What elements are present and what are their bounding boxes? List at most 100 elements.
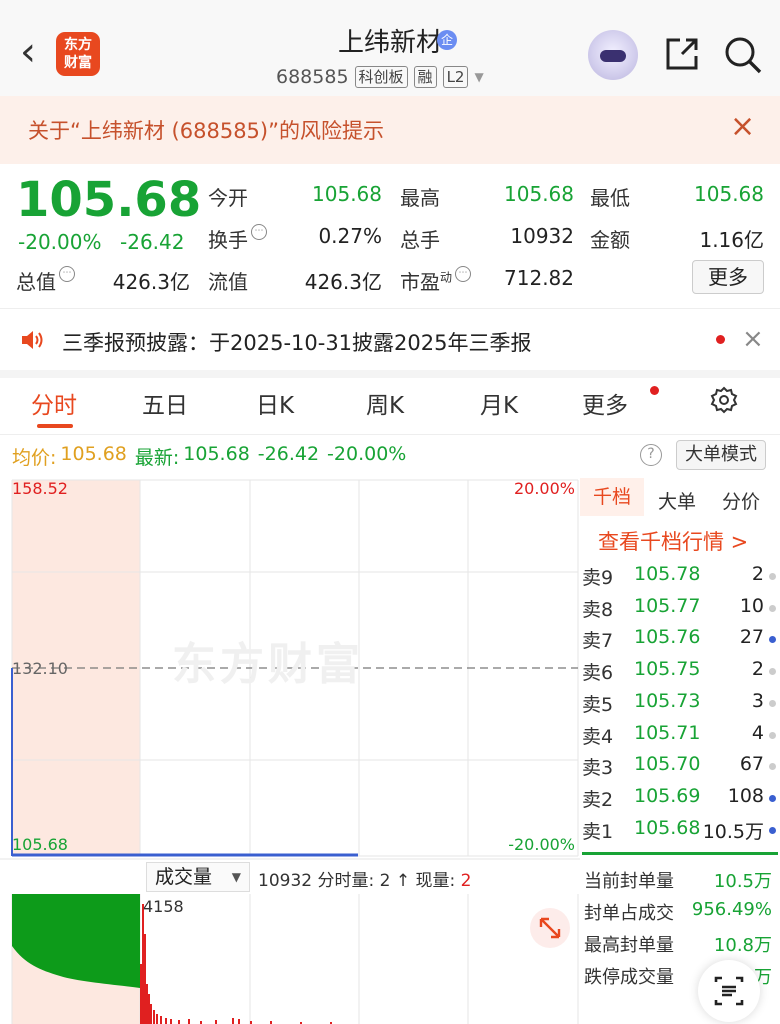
stat-label: 最高封单量 xyxy=(584,935,674,956)
order-dot-icon xyxy=(769,731,776,739)
turnover-label[interactable]: 换手 ⋯ xyxy=(208,224,267,253)
ask-price: 105.68 xyxy=(634,816,701,839)
stat-value: 10.5万 xyxy=(713,871,772,892)
back-chevron-left-icon[interactable]: ‹ xyxy=(20,32,50,74)
more-button[interactable]: 更多 xyxy=(692,260,764,294)
y-label-mid: 132.10 xyxy=(12,659,68,678)
current-volume-label: 现量: xyxy=(415,871,456,891)
ask-quantity: 67 xyxy=(739,753,764,776)
change-amount: -26.42 xyxy=(120,230,185,254)
pe-label[interactable]: 市盈动 ⋯ xyxy=(400,266,472,295)
new-dot xyxy=(650,386,659,395)
low-label: 最低 xyxy=(590,186,630,210)
logo-line-2: 财富 xyxy=(64,55,92,71)
volume-bar xyxy=(148,994,150,1024)
ask-price: 105.69 xyxy=(634,784,701,807)
tab-five-day[interactable]: 五日 xyxy=(142,386,188,420)
volume-bar xyxy=(142,904,144,1024)
indicator-selector[interactable]: 成交量 ▼ xyxy=(146,862,250,892)
notice-text[interactable]: 三季报预披露：于2025-10-31披露2025年三季报 xyxy=(62,327,531,357)
tab-more[interactable]: 更多 xyxy=(582,386,628,420)
dropdown-caret-icon[interactable]: ▼ xyxy=(474,70,483,84)
risk-banner-text[interactable]: 关于“上纬新材 (688585)”的风险提示 xyxy=(28,115,384,145)
current-volume-value: 2 xyxy=(460,871,472,891)
help-icon[interactable]: ? xyxy=(640,444,662,466)
stat-label: 跌停成交量 xyxy=(584,967,674,988)
stat-value: 10.8万 xyxy=(713,935,772,956)
high-value: 105.68 xyxy=(504,182,574,206)
avg-price-label: 均价: xyxy=(12,447,57,469)
volume-bar xyxy=(153,1010,155,1024)
change-percent: -20.00% xyxy=(18,230,102,254)
big-order-mode-button[interactable]: 大单模式 xyxy=(676,440,766,470)
ask-row[interactable]: 卖3 105.70 67 xyxy=(582,753,778,783)
unread-dot xyxy=(716,335,725,344)
volume-info: 10932 分时量: 2 ↑ 现量: 2 xyxy=(258,866,472,891)
search-icon[interactable] xyxy=(724,36,762,74)
tag-level2: L2 xyxy=(442,66,469,88)
up-arrow-icon: ↑ xyxy=(395,871,411,891)
ask-row[interactable]: 卖1 105.68 10.5万 xyxy=(582,817,778,847)
floating-menu-button[interactable] xyxy=(698,960,760,1022)
active-tab-indicator xyxy=(37,424,73,428)
ask-quantity: 108 xyxy=(727,784,764,807)
info-icon[interactable]: ⋯ xyxy=(59,266,75,282)
stat-value: 956.49% xyxy=(691,899,772,920)
volume-total: 10932 xyxy=(258,871,313,891)
info-icon[interactable]: ⋯ xyxy=(455,266,472,282)
notice-close-icon[interactable]: × xyxy=(742,324,764,354)
gear-icon[interactable] xyxy=(708,385,740,417)
tab-big-orders[interactable]: 大单 xyxy=(658,487,696,514)
ask-row[interactable]: 卖7 105.76 27 xyxy=(582,626,778,656)
ask-price: 105.76 xyxy=(634,626,701,649)
volume-bar xyxy=(178,1020,180,1024)
volume-bar xyxy=(170,1019,172,1024)
market-cap-label[interactable]: 总值 ⋯ xyxy=(16,266,75,295)
ask-row[interactable]: 卖9 105.78 2 xyxy=(582,563,778,593)
turnover-value: 0.27% xyxy=(318,224,382,248)
turnover-label-text: 换手 xyxy=(208,228,248,252)
tab-monthly-k[interactable]: 月K xyxy=(480,386,518,420)
risk-close-icon[interactable]: × xyxy=(730,112,755,142)
ask-row[interactable]: 卖2 105.69 108 xyxy=(582,785,778,815)
ask-row[interactable]: 卖6 105.75 2 xyxy=(582,658,778,688)
ai-assistant-icon[interactable] xyxy=(588,30,638,80)
ask-quantity: 2 xyxy=(751,563,764,585)
tab-intraday[interactable]: 分时 xyxy=(31,386,77,420)
ask-level-label: 卖8 xyxy=(582,598,614,621)
order-dot-icon xyxy=(769,636,776,644)
order-dot-icon xyxy=(769,826,776,834)
enterprise-badge-icon: 企 xyxy=(437,30,457,50)
ask-price: 105.78 xyxy=(634,563,701,585)
avg-price-value: 105.68 xyxy=(60,443,127,465)
intraday-chart[interactable]: 158.52 132.10 105.68 20.00% -20.00% xyxy=(0,476,580,1024)
float-cap-label: 流值 xyxy=(208,270,248,294)
tab-weekly-k[interactable]: 周K xyxy=(366,386,404,420)
ask-level-label: 卖4 xyxy=(582,725,614,748)
scan-text-icon xyxy=(714,976,744,1006)
latest-label: 最新: xyxy=(134,447,180,469)
speaker-icon xyxy=(22,331,43,349)
volume-axis-max: 4158 xyxy=(143,897,184,916)
latest-value: 105.68 xyxy=(183,443,250,465)
view-thousand-levels-link[interactable]: 查看千档行情 > xyxy=(598,526,748,556)
stock-name: 上纬新材 xyxy=(337,28,442,58)
ask-row[interactable]: 卖4 105.71 4 xyxy=(582,722,778,752)
share-icon[interactable] xyxy=(664,36,700,72)
seal-stat-row: 当前封单量 10.5万 xyxy=(584,867,774,897)
latest-change: -26.42 xyxy=(257,443,320,465)
tab-daily-k[interactable]: 日K xyxy=(256,386,294,420)
volume-bar xyxy=(156,1014,158,1024)
tab-thousand-levels[interactable]: 千档 xyxy=(580,478,644,516)
stock-code-line[interactable]: 688585 科创板 融 L2 ▼ xyxy=(276,64,484,90)
expand-icon[interactable] xyxy=(530,908,570,948)
ask-row[interactable]: 卖8 105.77 10 xyxy=(582,595,778,625)
stock-code: 688585 xyxy=(276,66,349,88)
float-cap-value: 426.3亿 xyxy=(304,270,382,294)
tab-price-distribution[interactable]: 分价 xyxy=(722,487,760,514)
divider xyxy=(0,308,780,309)
ask-price: 105.75 xyxy=(634,658,701,681)
ask-row[interactable]: 卖5 105.73 3 xyxy=(582,690,778,720)
tag-margin: 融 xyxy=(413,66,437,88)
info-icon[interactable]: ⋯ xyxy=(251,224,267,240)
